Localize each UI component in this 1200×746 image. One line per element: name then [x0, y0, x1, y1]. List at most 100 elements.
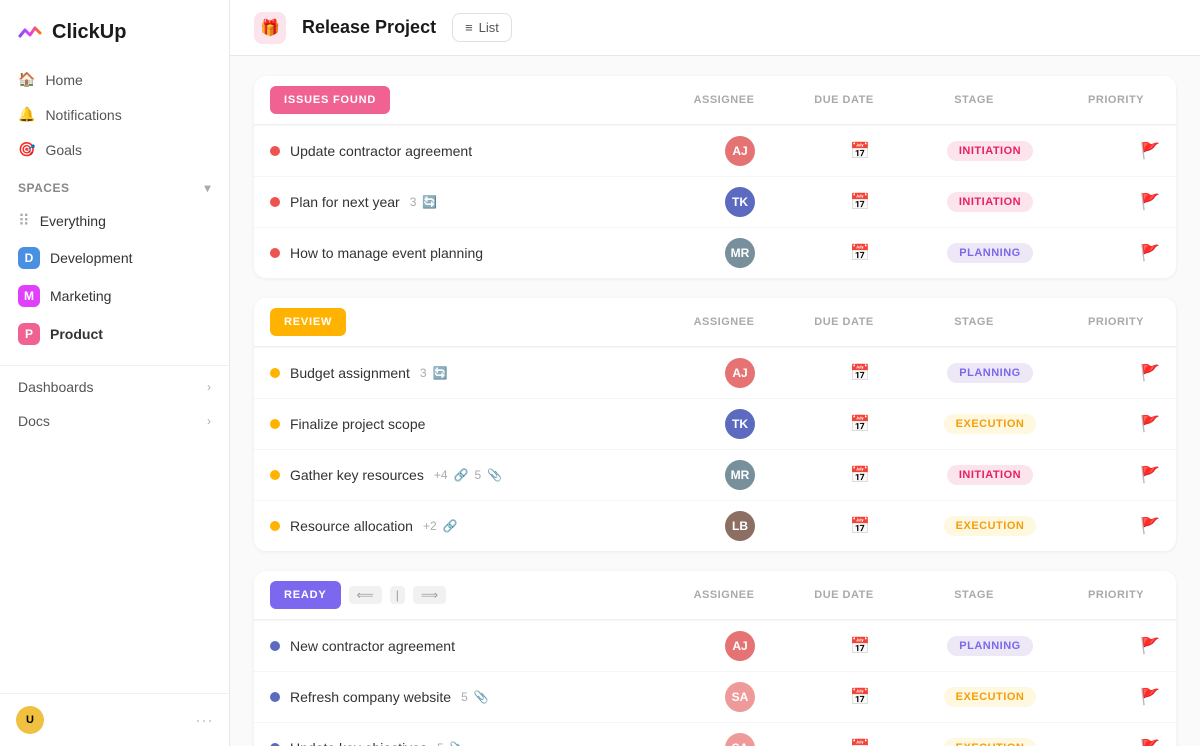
task-status-dot [270, 419, 280, 429]
task-due-date[interactable]: 📅 [800, 687, 920, 707]
task-due-date[interactable]: 📅 [800, 414, 920, 434]
task-title: New contractor agreement [290, 638, 455, 654]
sidebar-item-marketing[interactable]: M Marketing [8, 277, 221, 315]
task-stage[interactable]: INITIATION [920, 465, 1060, 485]
task-assignee: LB [680, 511, 800, 541]
task-name[interactable]: Plan for next year 3 🔄 [270, 194, 680, 210]
task-stage[interactable]: INITIATION [920, 192, 1060, 212]
task-stage[interactable]: PLANNING [920, 243, 1060, 263]
task-assignee: MR [680, 460, 800, 490]
avatar: U [16, 706, 44, 734]
task-name[interactable]: How to manage event planning [270, 245, 680, 261]
home-icon: 🏠 [18, 71, 35, 88]
nav-docs[interactable]: Docs › [8, 404, 221, 438]
task-meta: 5 📎 [437, 741, 465, 746]
project-icon: 🎁 [254, 12, 286, 44]
priority-icon: 🚩 [1140, 636, 1160, 656]
avatar: MR [725, 238, 755, 268]
list-view-icon: ≡ [465, 20, 473, 35]
task-priority[interactable]: 🚩 [1060, 636, 1160, 656]
task-name[interactable]: Refresh company website 5 📎 [270, 689, 680, 705]
task-priority[interactable]: 🚩 [1060, 516, 1160, 536]
table-row: Refresh company website 5 📎 SA 📅 EXECUTI… [254, 671, 1176, 722]
task-priority[interactable]: 🚩 [1060, 141, 1160, 161]
product-dot: P [18, 323, 40, 345]
task-stage[interactable]: EXECUTION [920, 687, 1060, 707]
sidebar-bottom: Dashboards › Docs › [0, 365, 229, 442]
priority-icon: 🚩 [1140, 141, 1160, 161]
task-name[interactable]: Update key objectives 5 📎 [270, 740, 680, 746]
task-name[interactable]: Gather key resources +4 🔗 5 📎 [270, 467, 680, 483]
task-stage[interactable]: PLANNING [920, 636, 1060, 656]
task-stage[interactable]: EXECUTION [920, 414, 1060, 434]
review-label: REVIEW [270, 308, 346, 336]
calendar-icon: 📅 [850, 687, 870, 707]
nav-dashboards[interactable]: Dashboards › [8, 370, 221, 404]
task-assignee: TK [680, 187, 800, 217]
attach-count: 5 [461, 690, 468, 704]
nav-goals[interactable]: 🎯 Goals [8, 132, 221, 167]
list-view-button[interactable]: ≡ List [452, 13, 512, 42]
task-priority[interactable]: 🚩 [1060, 414, 1160, 434]
task-name[interactable]: Finalize project scope [270, 416, 680, 432]
sidebar-item-product[interactable]: P Product [8, 315, 221, 353]
sidebar-item-development[interactable]: D Development [8, 239, 221, 277]
task-title: Refresh company website [290, 689, 451, 705]
task-name[interactable]: Budget assignment 3 🔄 [270, 365, 680, 381]
task-stage[interactable]: EXECUTION [920, 516, 1060, 536]
task-priority[interactable]: 🚩 [1060, 687, 1160, 707]
task-priority[interactable]: 🚩 [1060, 243, 1160, 263]
priority-icon: 🚩 [1140, 243, 1160, 263]
task-name[interactable]: Update contractor agreement [270, 143, 680, 159]
nav-home[interactable]: 🏠 Home [8, 62, 221, 97]
task-status-dot [270, 248, 280, 258]
table-row: Gather key resources +4 🔗 5 📎 MR 📅 INITI… [254, 449, 1176, 500]
task-meta: 3 🔄 [410, 195, 438, 209]
task-title: Plan for next year [290, 194, 400, 210]
task-title: Gather key resources [290, 467, 424, 483]
task-due-date[interactable]: 📅 [800, 636, 920, 656]
issues-found-header: ISSUES FOUND ASSIGNEE DUE DATE STAGE PRI… [254, 76, 1176, 125]
nav-notifications-label: Notifications [45, 107, 121, 123]
task-name[interactable]: Resource allocation +2 🔗 [270, 518, 680, 534]
task-priority[interactable]: 🚩 [1060, 363, 1160, 383]
task-due-date[interactable]: 📅 [800, 243, 920, 263]
stage-badge: INITIATION [947, 141, 1033, 161]
task-due-date[interactable]: 📅 [800, 141, 920, 161]
task-due-date[interactable]: 📅 [800, 516, 920, 536]
task-stage[interactable]: PLANNING [920, 363, 1060, 383]
task-stage[interactable]: EXECUTION [920, 738, 1060, 746]
task-status-dot [270, 470, 280, 480]
task-title: Budget assignment [290, 365, 410, 381]
user-profile[interactable]: U ··· [0, 693, 229, 746]
task-title: Update key objectives [290, 740, 427, 746]
task-priority[interactable]: 🚩 [1060, 738, 1160, 746]
task-meta: 5 📎 [461, 690, 489, 704]
task-count: 3 [420, 366, 427, 380]
task-due-date[interactable]: 📅 [800, 192, 920, 212]
refresh-icon: 🔄 [433, 366, 448, 380]
task-priority[interactable]: 🚩 [1060, 465, 1160, 485]
task-count: 3 [410, 195, 417, 209]
nav-home-label: Home [45, 72, 82, 88]
attach-count: 5 [474, 468, 481, 482]
col-stage-0: STAGE [904, 94, 1044, 106]
avatar: LB [725, 511, 755, 541]
product-label: Product [50, 326, 103, 342]
stage-badge: PLANNING [947, 243, 1032, 263]
issues-col-headers: ASSIGNEE DUE DATE STAGE PRIORITY [390, 88, 1160, 112]
nav-notifications[interactable]: 🔔 Notifications [8, 97, 221, 132]
task-due-date[interactable]: 📅 [800, 738, 920, 746]
task-due-date[interactable]: 📅 [800, 363, 920, 383]
logo[interactable]: ClickUp [0, 0, 229, 58]
main-nav: 🏠 Home 🔔 Notifications 🎯 Goals [0, 58, 229, 171]
sidebar-item-everything[interactable]: ⠿ Everything [8, 203, 221, 239]
issues-found-label: ISSUES FOUND [270, 86, 390, 114]
task-due-date[interactable]: 📅 [800, 465, 920, 485]
task-stage[interactable]: INITIATION [920, 141, 1060, 161]
task-name[interactable]: New contractor agreement [270, 638, 680, 654]
spaces-chevron-icon[interactable]: ▾ [204, 181, 211, 195]
col-stage-2: STAGE [904, 589, 1044, 601]
task-priority[interactable]: 🚩 [1060, 192, 1160, 212]
sidebar: ClickUp 🏠 Home 🔔 Notifications 🎯 Goals S… [0, 0, 230, 746]
